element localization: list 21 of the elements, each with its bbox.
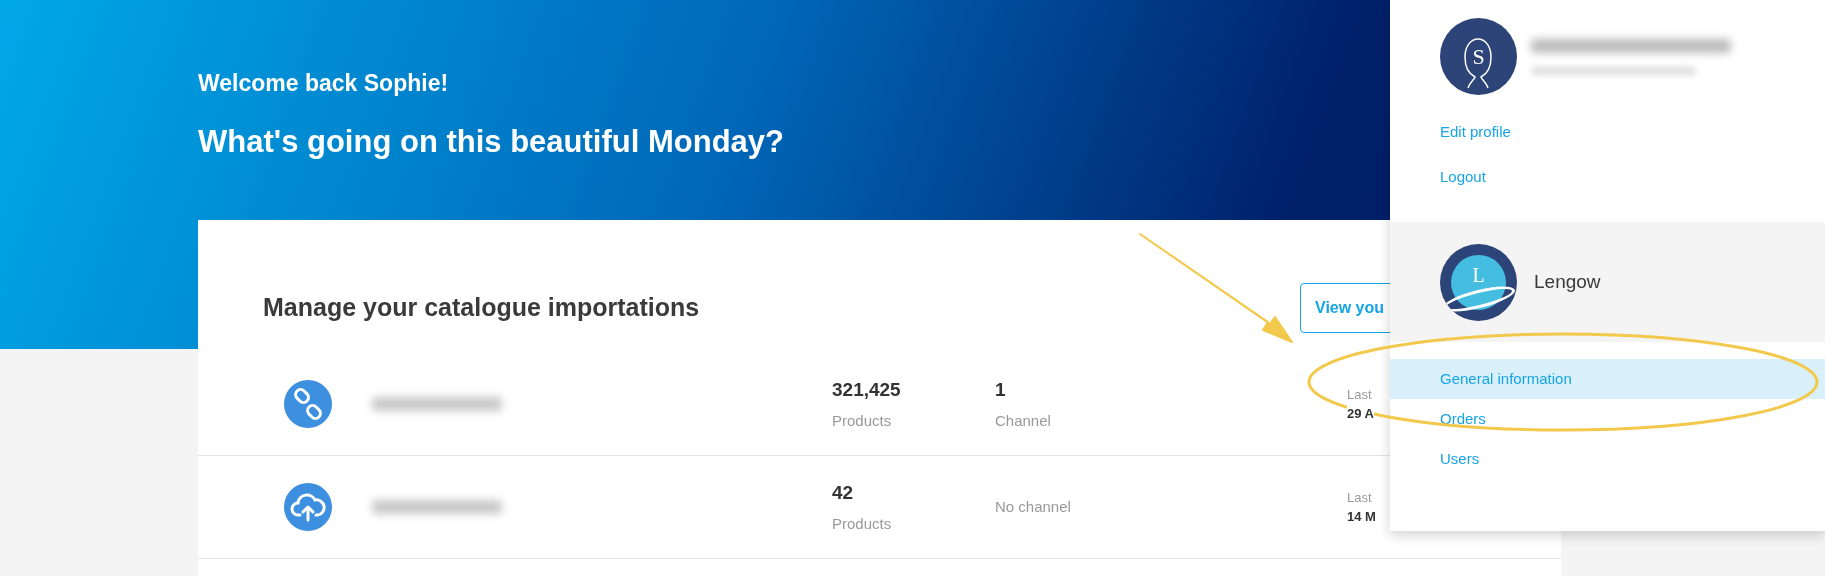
account-name: Lengow xyxy=(1534,269,1601,294)
greeting: Welcome back Sophie! xyxy=(198,69,449,98)
product-count: 321,425 xyxy=(832,377,901,402)
card-title: Manage your catalogue importations xyxy=(263,292,700,324)
account-menu-item[interactable]: Orders xyxy=(1390,399,1825,439)
logo-initial: L xyxy=(1472,265,1485,285)
product-label: Products xyxy=(832,514,892,534)
channel-count: 1 xyxy=(995,377,1006,402)
account-menu-item[interactable]: General information xyxy=(1390,359,1825,399)
account-menu-item[interactable]: Users xyxy=(1390,439,1825,479)
headline: What's going on this beautiful Monday? xyxy=(198,122,784,161)
profile-link[interactable]: Edit profile xyxy=(1440,121,1511,144)
cloud-upload-icon xyxy=(284,483,332,531)
link-icon xyxy=(284,380,332,428)
channel-label: No channel xyxy=(995,496,1071,517)
product-label: Products xyxy=(832,411,892,431)
profile-link[interactable]: Logout xyxy=(1440,165,1486,188)
person-silhouette-icon xyxy=(1464,38,1492,90)
avatar-initial: S xyxy=(1472,43,1485,71)
product-count: 42 xyxy=(832,480,854,505)
channel-label: Channel xyxy=(995,411,1051,431)
